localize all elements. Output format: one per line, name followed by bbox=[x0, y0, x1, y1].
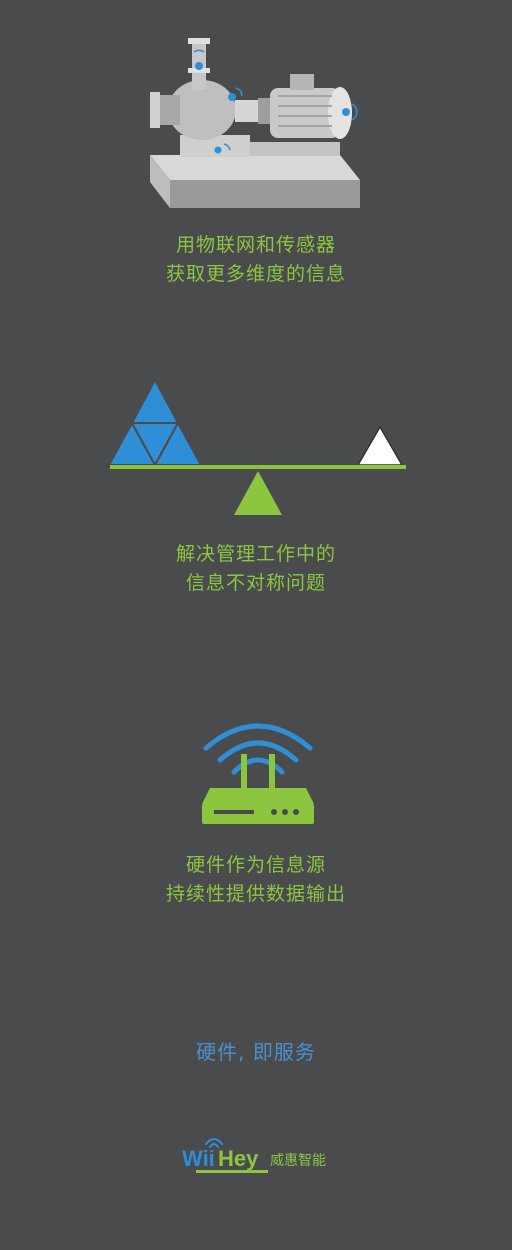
section2-caption: 解决管理工作中的 信息不对称问题 bbox=[0, 540, 512, 598]
pump-illustration bbox=[150, 38, 360, 208]
tagline: 硬件, 即服务 bbox=[196, 1040, 316, 1064]
section1-caption: 用物联网和传感器 获取更多维度的信息 bbox=[0, 231, 512, 289]
section3-line1: 硬件作为信息源 bbox=[185, 854, 326, 876]
balance-illustration bbox=[107, 377, 406, 515]
section2-line1: 解决管理工作中的 bbox=[175, 543, 336, 565]
svg-text:Wii: Wii bbox=[182, 1146, 215, 1171]
section3-line2: 持续性提供数据输出 bbox=[165, 883, 346, 905]
section1-line1: 用物联网和传感器 bbox=[175, 234, 336, 256]
triangle-top bbox=[130, 377, 180, 424]
section1-line2: 获取更多维度的信息 bbox=[165, 263, 346, 285]
section3-caption: 硬件作为信息源 持续性提供数据输出 bbox=[0, 851, 512, 909]
white-triangle bbox=[356, 425, 404, 466]
svg-text:Hey: Hey bbox=[218, 1146, 259, 1171]
wiihey-logo: Wii Hey 威惠智能 bbox=[182, 1130, 342, 1180]
section2-line2: 信息不对称问题 bbox=[185, 572, 326, 594]
logo-cn-text: 威惠智能 bbox=[270, 1153, 326, 1169]
fulcrum-triangle bbox=[234, 471, 282, 515]
balance-beam bbox=[110, 465, 406, 469]
router-icon bbox=[202, 723, 314, 824]
